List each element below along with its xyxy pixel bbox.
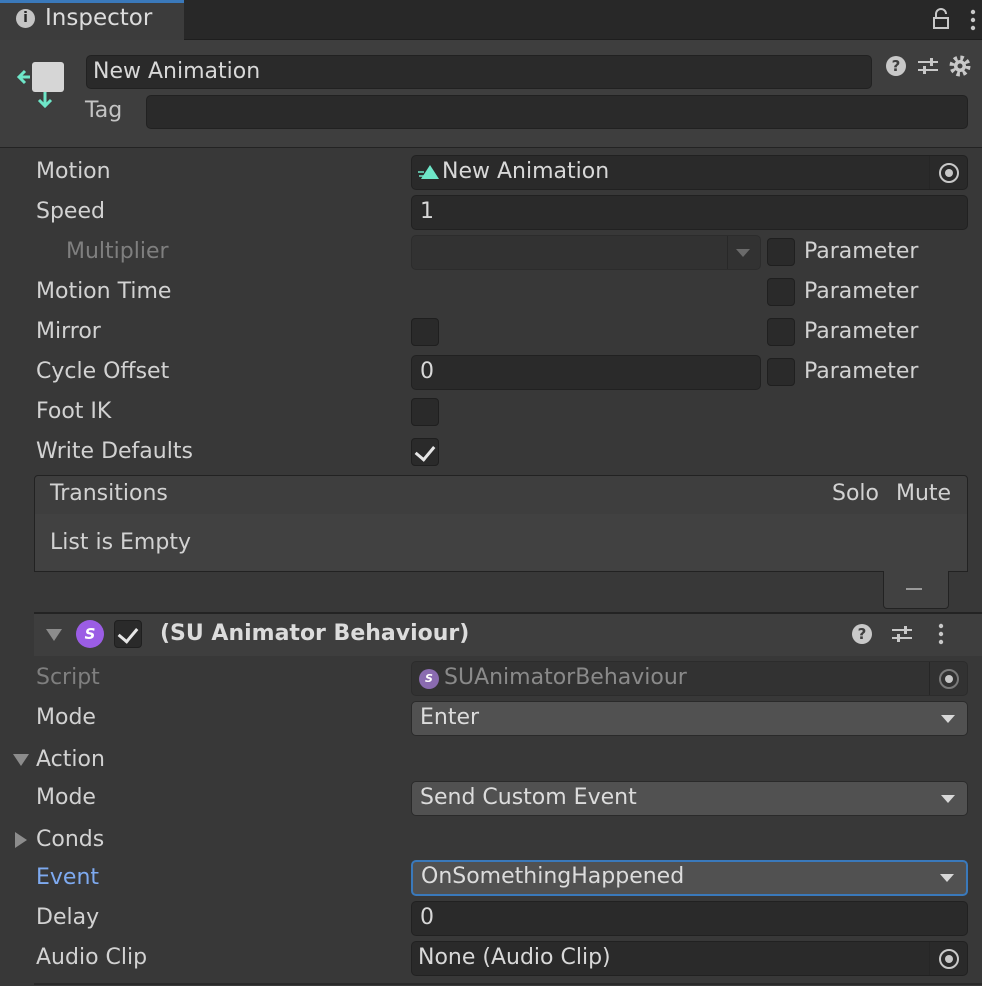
svg-text:?: ? xyxy=(892,57,901,75)
audio-clip-picker-button[interactable] xyxy=(929,942,967,975)
minus-icon xyxy=(906,588,922,590)
component-title: (SU Animator Behaviour) xyxy=(160,621,470,646)
event-value: OnSomethingHappened xyxy=(421,864,685,889)
component-help-icon[interactable]: ? xyxy=(850,622,874,646)
mirror-label: Mirror xyxy=(36,319,101,344)
svg-text:?: ? xyxy=(858,625,867,643)
foot-ik-label: Foot IK xyxy=(36,399,112,424)
action-label[interactable]: Action xyxy=(36,747,105,772)
script-type-icon: S xyxy=(419,669,439,689)
mirror-checkbox[interactable] xyxy=(411,318,439,346)
mirror-parameter-checkbox[interactable] xyxy=(767,318,795,346)
mode-dropdown[interactable]: Enter xyxy=(411,701,968,736)
script-picker-icon xyxy=(938,668,959,689)
script-picker-button xyxy=(929,662,967,695)
gear-icon[interactable] xyxy=(948,54,972,78)
component-more-icon[interactable] xyxy=(934,622,948,646)
write-defaults-label: Write Defaults xyxy=(36,439,193,464)
mirror-parameter-label: Parameter xyxy=(804,319,919,344)
motion-time-parameter-checkbox[interactable] xyxy=(767,278,795,306)
info-icon: i xyxy=(16,9,35,28)
animation-clip-icon xyxy=(418,165,439,179)
mode-label: Mode xyxy=(36,705,96,730)
multiplier-parameter-label: Parameter xyxy=(804,239,919,264)
state-name-field[interactable]: New Animation xyxy=(86,55,872,89)
chevron-down-icon xyxy=(941,795,955,803)
lock-icon[interactable] xyxy=(932,8,950,30)
motion-field-value: New Animation xyxy=(442,159,610,184)
multiplier-label: Multiplier xyxy=(66,239,169,264)
script-field-value: SUAnimatorBehaviour xyxy=(444,665,687,690)
animator-state-icon xyxy=(16,62,64,109)
tab-label: Inspector xyxy=(45,5,153,31)
help-icon[interactable]: ? xyxy=(884,54,908,78)
write-defaults-checkbox[interactable] xyxy=(411,438,439,466)
component-enabled-checkbox[interactable] xyxy=(114,620,142,648)
action-mode-dropdown[interactable]: Send Custom Event xyxy=(411,781,968,816)
object-picker-button[interactable] xyxy=(929,156,967,189)
remove-transition-button[interactable] xyxy=(883,571,949,609)
speed-label: Speed xyxy=(36,199,105,224)
transitions-empty-text: List is Empty xyxy=(50,530,191,555)
cycle-offset-label: Cycle Offset xyxy=(36,359,170,384)
conds-foldout-icon[interactable] xyxy=(15,832,27,848)
transitions-list-header xyxy=(34,475,968,515)
foot-ik-checkbox[interactable] xyxy=(411,398,439,426)
object-picker-icon xyxy=(938,162,959,183)
speed-field[interactable]: 1 xyxy=(411,195,968,230)
event-label: Event xyxy=(36,865,100,890)
delay-label: Delay xyxy=(36,905,100,930)
action-mode-label: Mode xyxy=(36,785,96,810)
chevron-down-icon xyxy=(941,715,955,723)
mode-value: Enter xyxy=(420,705,480,730)
multiplier-dropdown xyxy=(411,235,761,270)
multiplier-parameter-checkbox[interactable] xyxy=(767,238,795,266)
motion-time-parameter-label: Parameter xyxy=(804,279,919,304)
audio-clip-field[interactable]: None (Audio Clip) xyxy=(411,941,968,976)
su-script-icon: S xyxy=(76,620,104,648)
chevron-down-icon xyxy=(736,249,750,257)
chevron-down-icon xyxy=(940,874,954,882)
audio-clip-label: Audio Clip xyxy=(36,945,148,970)
mute-column-header: Mute xyxy=(896,481,952,506)
motion-time-label: Motion Time xyxy=(36,279,172,304)
audio-clip-value: None (Audio Clip) xyxy=(418,945,611,970)
more-options-icon[interactable] xyxy=(966,8,980,32)
cycle-offset-field[interactable]: 0 xyxy=(411,355,761,390)
solo-column-header: Solo xyxy=(832,481,879,506)
audio-clip-picker-icon xyxy=(938,948,959,969)
cycle-offset-parameter-label: Parameter xyxy=(804,359,919,384)
tag-label: Tag xyxy=(85,98,123,123)
script-field: SUAnimatorBehaviour xyxy=(411,661,968,696)
delay-field[interactable]: 0 xyxy=(411,901,968,936)
cycle-offset-parameter-checkbox[interactable] xyxy=(767,358,795,386)
tag-field[interactable] xyxy=(146,95,968,129)
foldout-arrow-icon[interactable] xyxy=(46,629,62,641)
preset-sliders-icon[interactable] xyxy=(916,54,940,78)
bottom-divider xyxy=(34,983,982,985)
motion-label: Motion xyxy=(36,159,111,184)
conds-label[interactable]: Conds xyxy=(36,827,104,852)
action-mode-value: Send Custom Event xyxy=(420,785,637,810)
component-preset-icon[interactable] xyxy=(890,622,914,646)
script-label: Script xyxy=(36,665,100,690)
transitions-title: Transitions xyxy=(50,481,168,506)
action-foldout-icon[interactable] xyxy=(13,754,29,766)
event-dropdown[interactable]: OnSomethingHappened xyxy=(411,860,968,896)
motion-field[interactable]: New Animation xyxy=(411,155,968,190)
